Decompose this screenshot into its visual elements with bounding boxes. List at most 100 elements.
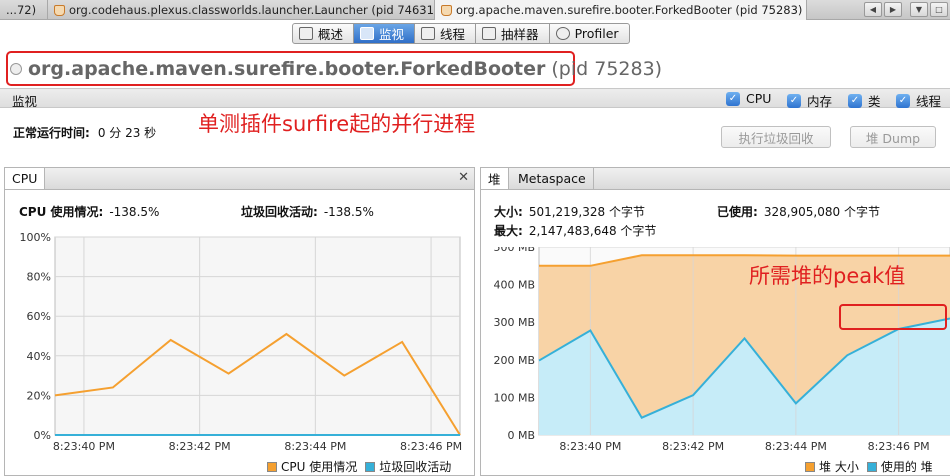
checkmark-icon: ✓ bbox=[896, 93, 910, 108]
cpu-panel: CPU ✕ CPU 使用情况: -138.5% 垃圾回收活动: -138.5% 0%… bbox=[4, 167, 475, 476]
checkmark-icon: ✓ bbox=[787, 93, 801, 108]
classes-checkbox[interactable]: ✓ 类 bbox=[848, 91, 881, 110]
checkbox-label: 线程 bbox=[916, 94, 942, 109]
annotation-parallel-process: 单测插件surfire起的并行进程 bbox=[198, 112, 476, 136]
window-tab-prev[interactable]: ...72) bbox=[0, 0, 48, 20]
uptime: 正常运行时间: 0 分 23 秒 bbox=[13, 124, 156, 141]
monitor-bar: 监视 ✓ CPU ✓ 内存 ✓ 类 ✓ 线程 bbox=[0, 88, 950, 110]
uptime-value: 0 分 23 秒 bbox=[97, 126, 157, 140]
tab-metaspace[interactable]: Metaspace bbox=[511, 168, 594, 189]
x-tick-label: 8:23:40 PM bbox=[53, 440, 115, 453]
overview-icon bbox=[299, 27, 313, 40]
heap-panel-header: 堆 Metaspace bbox=[481, 168, 950, 190]
legend-label-cpu: CPU 使用情况 bbox=[281, 460, 358, 474]
x-tick-label: 8:23:46 PM bbox=[400, 440, 462, 453]
tab-list-button[interactable]: ▼ bbox=[910, 2, 928, 17]
threads-checkbox[interactable]: ✓ 线程 bbox=[896, 91, 941, 110]
heap-dump-button[interactable]: 堆 Dump bbox=[850, 126, 936, 148]
heap-max-label: 最大: bbox=[494, 224, 523, 238]
page-title: org.apache.maven.surefire.booter.ForkedB… bbox=[10, 56, 662, 82]
tab-label: 监视 bbox=[379, 27, 405, 42]
y-tick-label: 100 MB bbox=[493, 391, 535, 404]
annotation-heap-peak: 所需堆的peak值 bbox=[749, 264, 906, 288]
cpu-checkbox[interactable]: ✓ CPU bbox=[726, 91, 771, 106]
scroll-left-button[interactable]: ◀ bbox=[864, 2, 882, 17]
tool-tabs: 概述 监视 线程 抽样器 Profiler bbox=[292, 23, 630, 44]
y-tick-label: 60% bbox=[27, 310, 51, 323]
window-tab-strip: ...72) org.codehaus.plexus.classworlds.l… bbox=[0, 0, 950, 20]
maximize-button[interactable]: □ bbox=[930, 2, 948, 17]
heap-size-value: 501,219,328 个字节 bbox=[528, 205, 645, 219]
peak-highlight-box bbox=[839, 304, 947, 330]
y-tick-label: 40% bbox=[27, 350, 51, 363]
legend-label-heap-size: 堆 大小 bbox=[819, 460, 859, 474]
heap-used-stat: 已使用: 328,905,080 个字节 bbox=[717, 203, 880, 220]
tab-cpu[interactable]: CPU bbox=[5, 168, 46, 189]
tab-label: Profiler bbox=[574, 26, 619, 41]
monitor-label: 监视 bbox=[12, 94, 38, 109]
legend-swatch-heap-used bbox=[866, 461, 877, 472]
process-status-icon bbox=[10, 63, 22, 75]
cpu-usage-stat: CPU 使用情况: -138.5% bbox=[19, 203, 159, 220]
uptime-label: 正常运行时间: bbox=[13, 126, 90, 140]
y-tick-label: 100% bbox=[20, 231, 51, 244]
gc-activity-stat: 垃圾回收活动: -138.5% bbox=[241, 203, 374, 220]
cpu-usage-label: CPU 使用情况: bbox=[19, 205, 104, 219]
cpu-panel-header: CPU ✕ bbox=[5, 168, 474, 190]
legend-label-heap-used: 使用的 堆 bbox=[880, 460, 933, 474]
x-tick-label: 8:23:42 PM bbox=[662, 440, 724, 453]
legend-swatch-cpu bbox=[267, 461, 277, 472]
close-icon[interactable]: ✕ bbox=[458, 170, 469, 185]
heap-size-label: 大小: bbox=[494, 205, 523, 219]
checkmark-icon: ✓ bbox=[726, 91, 740, 106]
gc-activity-value: -138.5% bbox=[323, 205, 374, 219]
scroll-right-button[interactable]: ▶ bbox=[884, 2, 902, 17]
x-tick-label: 8:23:44 PM bbox=[284, 440, 346, 453]
cpu-chart: 0% 20% 40% 60% 80% 100% 8:23:40 PM 8:23:42 PM 8:… bbox=[20, 231, 463, 453]
heap-max-stat: 最大: 2,147,483,648 个字节 bbox=[494, 222, 656, 239]
window-tab-label: org.codehaus.plexus.classworlds.launcher… bbox=[69, 3, 435, 17]
window-tab-launcher[interactable]: org.codehaus.plexus.classworlds.launcher… bbox=[48, 0, 435, 20]
checkbox-label: 内存 bbox=[807, 94, 833, 109]
x-tick-label: 8:23:46 PM bbox=[868, 440, 930, 453]
tab-label: 概述 bbox=[318, 27, 344, 42]
heap-size-stat: 大小: 501,219,328 个字节 bbox=[494, 203, 645, 220]
gc-activity-label: 垃圾回收活动: bbox=[241, 205, 318, 219]
perform-gc-button[interactable]: 执行垃圾回收 bbox=[721, 126, 831, 148]
heap-used-value: 328,905,080 个字节 bbox=[763, 205, 880, 219]
sampler-icon bbox=[482, 27, 497, 40]
y-tick-label: 0 MB bbox=[507, 429, 535, 442]
window-tab-label: org.apache.maven.surefire.booter.ForkedB… bbox=[456, 3, 803, 17]
window-tab-forkedbooter[interactable]: org.apache.maven.surefire.booter.ForkedB… bbox=[435, 0, 807, 20]
legend-label-gc: 垃圾回收活动 bbox=[379, 460, 452, 474]
y-tick-label: 200 MB bbox=[493, 354, 535, 367]
tab-overview[interactable]: 概述 bbox=[293, 24, 355, 43]
tab-heap[interactable]: 堆 bbox=[481, 168, 509, 189]
memory-checkbox[interactable]: ✓ 内存 bbox=[787, 91, 832, 110]
heap-used-label: 已使用: bbox=[717, 205, 758, 219]
tab-label: 抽样器 bbox=[501, 27, 539, 42]
cpu-legend: CPU 使用情况 垃圾回收活动 bbox=[259, 458, 451, 475]
tab-label: 线程 bbox=[440, 27, 466, 42]
threads-icon bbox=[421, 27, 436, 40]
tab-monitor[interactable]: 监视 bbox=[354, 24, 416, 43]
heap-max-value: 2,147,483,648 个字节 bbox=[528, 224, 657, 238]
x-tick-label: 8:23:42 PM bbox=[169, 440, 231, 453]
x-tick-label: 8:23:44 PM bbox=[765, 440, 827, 453]
y-tick-label: 400 MB bbox=[493, 279, 535, 292]
cpu-usage-value: -138.5% bbox=[109, 205, 160, 219]
tab-threads[interactable]: 线程 bbox=[415, 24, 477, 43]
process-name: org.apache.maven.surefire.booter.ForkedB… bbox=[28, 58, 546, 80]
tab-profiler[interactable]: Profiler bbox=[550, 24, 629, 43]
monitor-icon bbox=[360, 27, 375, 40]
tab-sampler[interactable]: 抽样器 bbox=[476, 24, 550, 43]
y-tick-label: 20% bbox=[27, 389, 51, 402]
java-cup-icon bbox=[54, 4, 65, 16]
legend-swatch-gc bbox=[365, 461, 376, 472]
y-tick-label: 80% bbox=[27, 271, 51, 284]
legend-swatch-heap-size bbox=[805, 461, 815, 472]
y-tick-label: 0% bbox=[34, 429, 51, 442]
window-tab-label: ...72) bbox=[6, 3, 37, 17]
java-cup-icon bbox=[441, 4, 452, 16]
y-tick-label: 300 MB bbox=[493, 316, 535, 329]
